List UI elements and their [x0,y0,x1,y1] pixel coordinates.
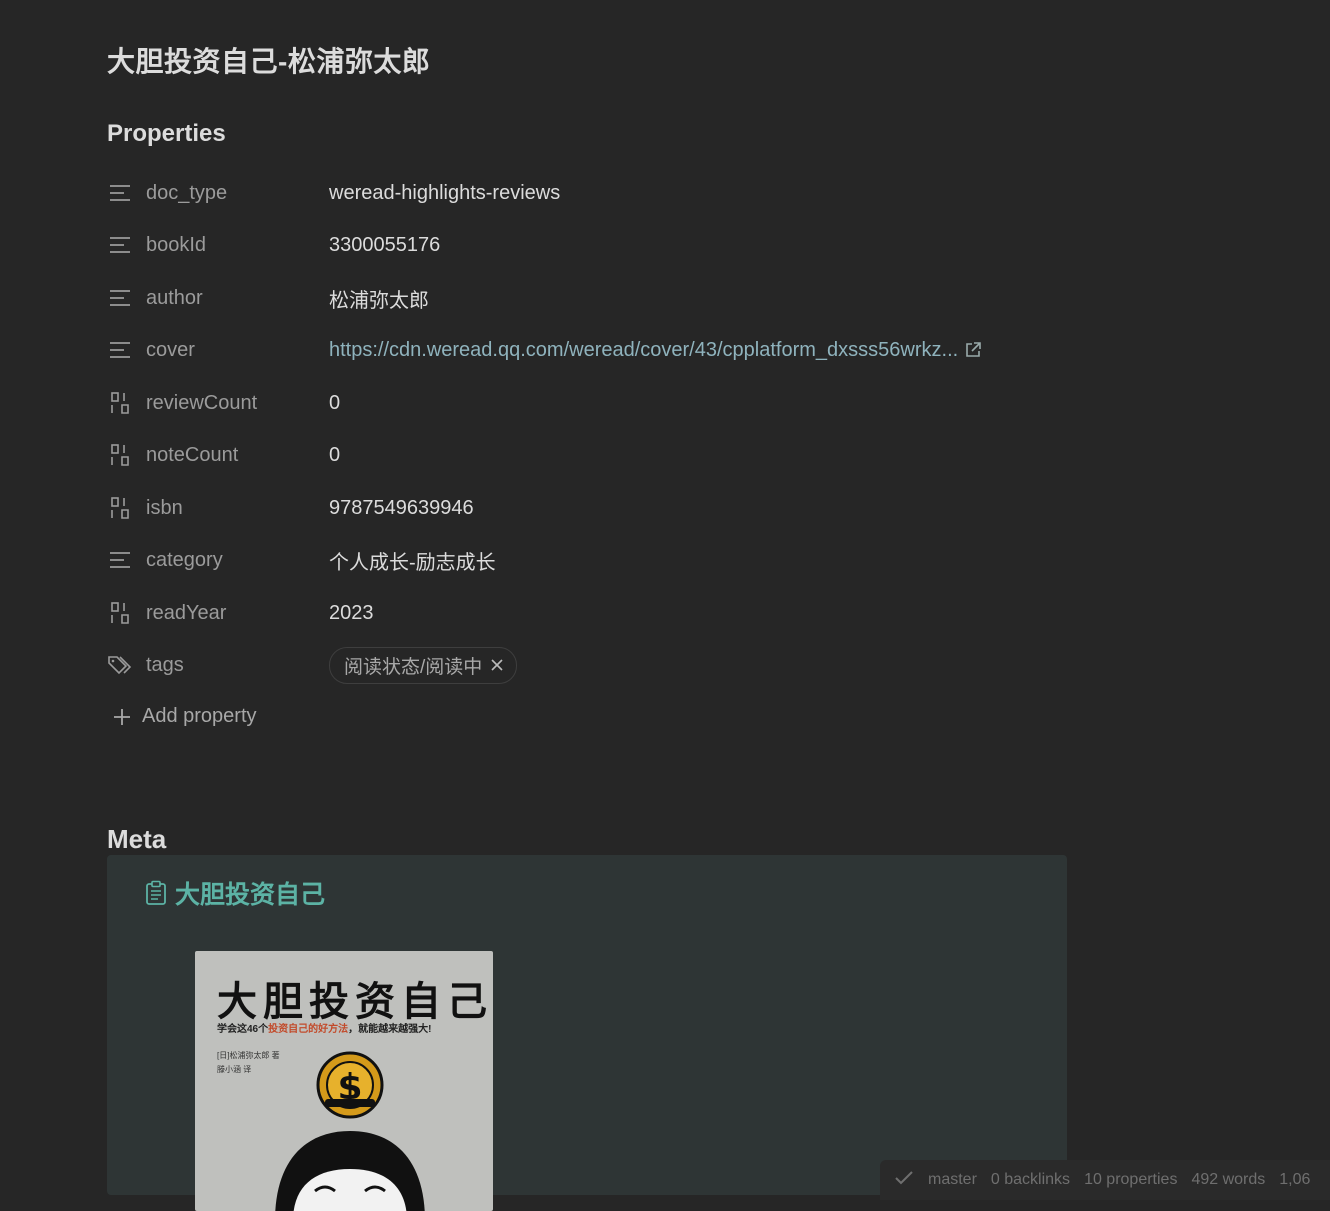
cover-illustration: $ [275,1051,425,1211]
property-row-notecount[interactable]: noteCount 0 [107,435,1067,475]
character-count[interactable]: 1,06 [1279,1171,1310,1189]
property-key[interactable]: isbn [146,497,183,520]
property-key[interactable]: category [146,549,223,572]
property-row-reviewcount[interactable]: reviewCount 0 [107,383,1067,423]
add-property-label: Add property [142,705,257,727]
text-lines-icon [107,285,133,311]
book-cover-image: 大胆投资自己 学会这46个投资自己的好方法，就能越来越强大! [日]松浦弥太郎 … [195,951,493,1211]
property-row-isbn[interactable]: isbn 9787549639946 [107,488,1067,528]
property-value[interactable]: 松浦弥太郎 [329,284,429,313]
property-value[interactable]: 0 [329,444,340,467]
property-key[interactable]: noteCount [146,444,238,467]
tag-label: 阅读状态/阅读中 [344,656,483,678]
clipboard-icon [145,880,167,906]
property-row-doc-type[interactable]: doc_type weread-highlights-reviews [107,173,1067,213]
text-lines-icon [107,232,133,258]
note-title[interactable]: 大胆投资自己-松浦弥太郎 [107,40,430,80]
add-property-button[interactable]: Add property [112,705,257,728]
property-value[interactable]: 2023 [329,602,374,625]
property-value[interactable]: 3300055176 [329,234,440,257]
property-key[interactable]: reviewCount [146,392,257,415]
property-key[interactable]: doc_type [146,182,227,205]
check-icon [894,1170,914,1191]
property-value[interactable]: weread-highlights-reviews [329,182,560,205]
property-row-bookid[interactable]: bookId 3300055176 [107,225,1067,265]
tag-pill[interactable]: 阅读状态/阅读中 [329,646,518,684]
number-icon [107,495,133,521]
meta-book-title-text: 大胆投资自己 [175,881,326,909]
git-branch[interactable]: master [928,1171,977,1189]
external-link-icon[interactable] [964,341,982,359]
property-value[interactable]: 个人成长-励志成长 [329,546,496,575]
number-icon [107,390,133,416]
meta-callout: 大胆投资自己 大胆投资自己 学会这46个投资自己的好方法，就能越来越强大! [日… [107,855,1067,1211]
property-row-readyear[interactable]: readYear 2023 [107,593,1067,633]
plus-icon [112,707,132,727]
meta-book-title[interactable]: 大胆投资自己 [145,875,325,911]
property-key[interactable]: bookId [146,234,206,257]
number-icon [107,442,133,468]
property-key[interactable]: author [146,287,203,310]
cover-subtitle: 学会这46个投资自己的好方法，就能越来越强大! [217,1024,432,1035]
status-bar: master 0 backlinks 10 properties 492 wor… [880,1160,1330,1200]
properties-heading[interactable]: Properties [107,120,226,148]
property-key[interactable]: readYear [146,602,226,625]
properties-count[interactable]: 10 properties [1084,1171,1177,1189]
close-icon[interactable] [490,658,504,672]
word-count[interactable]: 492 words [1191,1171,1265,1189]
text-lines-icon [107,547,133,573]
cover-title: 大胆投资自己 [217,979,493,1025]
backlinks-count[interactable]: 0 backlinks [991,1171,1070,1189]
cover-url-link[interactable]: https://cdn.weread.qq.com/weread/cover/4… [329,339,958,362]
property-value[interactable]: 9787549639946 [329,497,474,520]
property-row-author[interactable]: author 松浦弥太郎 [107,278,1067,318]
text-lines-icon [107,337,133,363]
property-row-tags[interactable]: tags 阅读状态/阅读中 [107,645,1067,685]
number-icon [107,600,133,626]
property-value[interactable]: 0 [329,392,340,415]
property-key[interactable]: tags [146,654,184,677]
meta-heading[interactable]: Meta [107,824,166,855]
tags-icon [107,652,133,678]
text-lines-icon [107,180,133,206]
property-row-category[interactable]: category 个人成长-励志成长 [107,540,1067,580]
property-key[interactable]: cover [146,339,195,362]
property-row-cover[interactable]: cover https://cdn.weread.qq.com/weread/c… [107,330,1067,370]
